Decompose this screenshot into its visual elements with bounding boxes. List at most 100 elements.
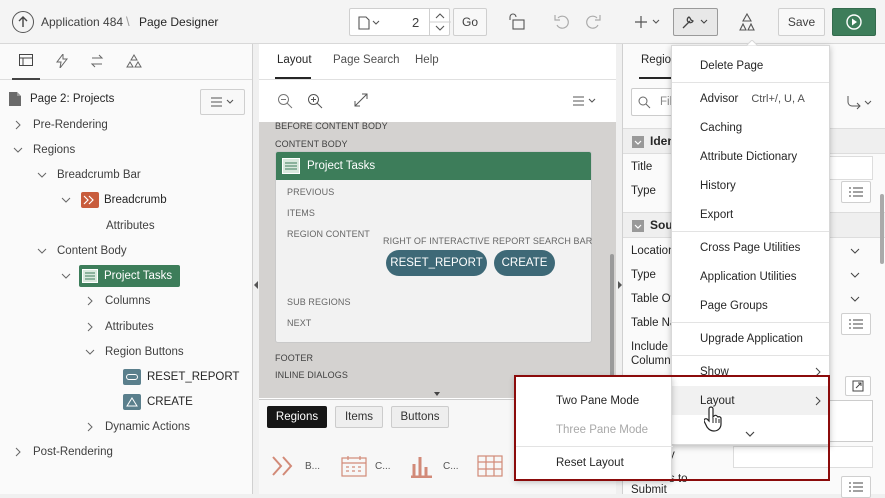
page-stepper[interactable]: [429, 9, 451, 35]
table-name-list-button[interactable]: [841, 313, 871, 335]
lock-icon[interactable]: [508, 13, 526, 31]
go-to-group-icon[interactable]: [846, 94, 872, 110]
region-card-header[interactable]: Project Tasks: [276, 152, 591, 180]
menu-item-caching[interactable]: Caching: [672, 113, 829, 142]
layout-menu-icon[interactable]: [572, 96, 598, 106]
tree-node-create[interactable]: CREATE: [123, 391, 193, 413]
property-scrollbar[interactable]: [880, 194, 884, 264]
type-list-button[interactable]: [841, 181, 871, 203]
zoom-in-icon[interactable]: [307, 93, 323, 109]
redo-icon[interactable]: [584, 13, 602, 31]
expand-icon[interactable]: [354, 93, 368, 107]
tree-label: Breadcrumb Bar: [57, 169, 141, 181]
tab-page-search[interactable]: Page Search: [333, 54, 400, 66]
menu-item-upgrade-application[interactable]: Upgrade Application: [672, 324, 829, 353]
tree-node-dynamic-actions[interactable]: Dynamic Actions: [85, 416, 190, 438]
submit-label: Submit: [631, 484, 667, 496]
dynamic-actions-tab-icon[interactable]: [56, 54, 68, 68]
gallery-tab-buttons[interactable]: Buttons: [391, 406, 449, 428]
items-to-submit-list-button[interactable]: [841, 476, 871, 498]
gallery-item-calendar[interactable]: C...: [341, 455, 391, 477]
grid-icon: [477, 455, 503, 477]
menu-item-label: Application Utilities: [700, 270, 797, 283]
menu-item-page-groups[interactable]: Page Groups: [672, 291, 829, 320]
go-label: Go: [461, 15, 478, 29]
utilities-button[interactable]: [673, 8, 718, 36]
menu-item-label: Upgrade Application: [700, 332, 803, 345]
chevron-down-icon: [61, 273, 71, 279]
menu-item-attribute-dictionary[interactable]: Attribute Dictionary: [672, 142, 829, 171]
expand-editor-button[interactable]: [845, 376, 871, 396]
tree-node-region-buttons[interactable]: Region Buttons: [85, 341, 184, 363]
menu-item-application-utilities[interactable]: Application Utilities: [672, 262, 829, 291]
tree-label: Dynamic Actions: [105, 421, 191, 433]
hand-pointer-icon: [704, 406, 724, 432]
previous-slot: PREVIOUS: [287, 187, 335, 197]
tree-node-attributes-2[interactable]: Attributes: [85, 316, 154, 338]
pane-divider-handle[interactable]: [433, 391, 441, 397]
annotation-highlight-box: [514, 375, 830, 481]
page-icon: [358, 16, 380, 30]
shared-components-icon[interactable]: [738, 12, 756, 32]
menu-item-label: Attribute Dictionary: [700, 150, 798, 163]
run-page-button[interactable]: [832, 8, 876, 36]
menu-item-export[interactable]: Export: [672, 200, 829, 229]
go-button[interactable]: Go: [453, 8, 487, 36]
page-node[interactable]: Page 2: Projects: [8, 91, 114, 107]
table-owner-chevron[interactable]: [850, 295, 860, 303]
tab-layout[interactable]: Layout: [277, 54, 312, 66]
content-body-label: CONTENT BODY: [275, 139, 348, 149]
processing-tab-icon[interactable]: [90, 54, 104, 68]
menu-item-cross-page-utilities[interactable]: Cross Page Utilities: [672, 233, 829, 262]
gallery-item-breadcrumb[interactable]: B...: [271, 455, 320, 477]
canvas-scrollbar[interactable]: [610, 254, 614, 394]
tab-help[interactable]: Help: [415, 54, 439, 66]
undo-icon[interactable]: [553, 13, 571, 31]
menu-item-label: Caching: [700, 121, 743, 134]
tree-node-post-rendering[interactable]: Post-Rendering: [13, 441, 113, 463]
tree-node-regions[interactable]: Regions: [13, 139, 75, 161]
page-selector[interactable]: 2: [349, 8, 451, 36]
rendering-tab-icon[interactable]: [12, 54, 40, 80]
menu-item-label: Advisor: [700, 92, 739, 105]
before-content-body-label: BEFORE CONTENT BODY: [275, 121, 388, 131]
app-breadcrumb-link[interactable]: Application 484: [41, 15, 123, 29]
tree-node-columns[interactable]: Columns: [85, 290, 150, 312]
include-label-2: Column: [631, 355, 671, 367]
menu-item-label: History: [700, 179, 736, 192]
reset-report-button[interactable]: RESET_REPORT: [386, 250, 487, 276]
create-button[interactable]: CREATE: [494, 250, 555, 276]
tree-node-attributes[interactable]: Attributes: [106, 215, 155, 237]
tree-node-breadcrumb-bar[interactable]: Breadcrumb Bar: [37, 164, 141, 186]
type-select-chevron[interactable]: [850, 271, 860, 279]
menu-item-advisor[interactable]: Advisor Ctrl+/, U, A: [672, 84, 829, 113]
tree-node-project-tasks[interactable]: Project Tasks: [61, 265, 181, 287]
chevron-down-icon: [13, 147, 23, 153]
footer-label: FOOTER: [275, 353, 314, 363]
location-select-chevron[interactable]: [850, 247, 860, 255]
zoom-out-icon[interactable]: [277, 93, 293, 109]
save-button[interactable]: Save: [778, 8, 825, 36]
tree-label: Pre-Rendering: [33, 119, 108, 131]
gallery-tab-items[interactable]: Items: [335, 406, 383, 428]
tree-menu-button[interactable]: [200, 89, 245, 115]
menu-item-delete-page[interactable]: Delete Page: [672, 51, 829, 80]
gallery-item-grid[interactable]: [477, 455, 503, 477]
shared-components-tab-icon[interactable]: [126, 54, 142, 68]
gallery-item-chart[interactable]: C...: [409, 454, 459, 478]
menu-item-label: Delete Page: [700, 59, 764, 72]
menu-item-history[interactable]: History: [672, 171, 829, 200]
tree-node-breadcrumb[interactable]: Breadcrumb: [61, 189, 167, 211]
menu-item-label: Cross Page Utilities: [700, 241, 801, 254]
tree-node-content-body[interactable]: Content Body: [37, 240, 127, 262]
tree-node-pre-rendering[interactable]: Pre-Rendering: [13, 114, 108, 136]
middle-tabs: Layout Page Search Help: [259, 44, 616, 80]
page-number-input[interactable]: 2: [412, 15, 419, 30]
left-pane: Page 2: Projects Pre-Rendering Regions B…: [0, 44, 253, 494]
tree-node-reset-report[interactable]: RESET_REPORT: [123, 366, 239, 388]
project-tasks-region-card[interactable]: Project Tasks PREVIOUS ITEMS REGION CONT…: [275, 151, 592, 343]
gallery-tab-regions[interactable]: Regions: [267, 406, 327, 428]
create-menu-icon[interactable]: [635, 14, 663, 30]
up-arrow-icon[interactable]: [12, 11, 34, 33]
tree-label: Post-Rendering: [33, 446, 113, 458]
